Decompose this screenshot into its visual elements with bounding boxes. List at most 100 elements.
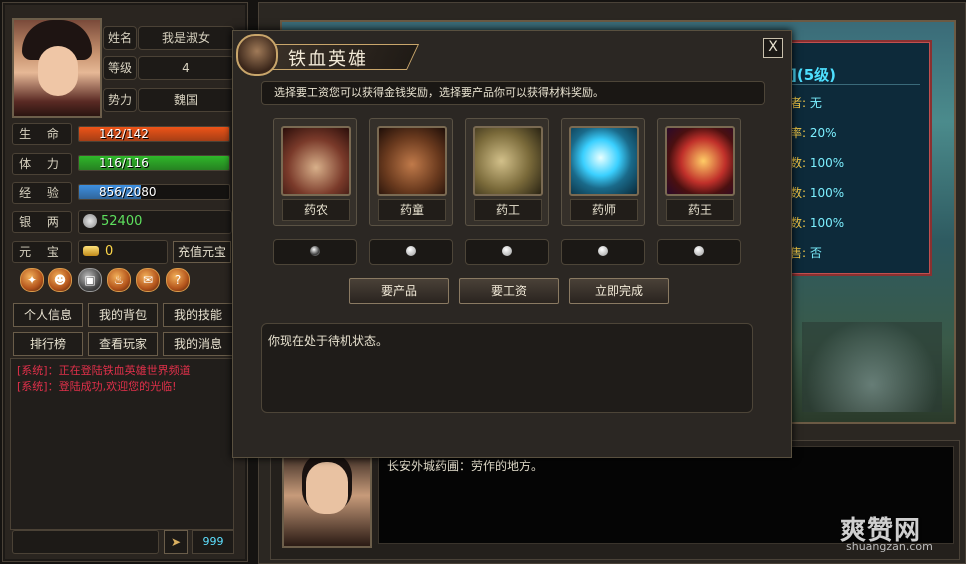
radio-dot xyxy=(502,246,512,256)
info-value: 否 xyxy=(809,246,822,260)
job-name: 药王 xyxy=(666,199,734,221)
want-product-button[interactable]: 要产品 xyxy=(349,278,449,304)
my-skills-button[interactable]: 我的技能 xyxy=(163,303,233,327)
npc-description: 长安外城药圃：劳作的地方。 xyxy=(387,459,544,473)
chest-icon[interactable]: ▣ xyxy=(78,268,102,292)
info-value: 100% xyxy=(809,216,845,230)
status-text: 你现在处于待机状态。 xyxy=(268,334,389,348)
silver-coin-icon xyxy=(83,214,97,228)
gold-ingot-icon xyxy=(83,246,99,256)
silver-amount: 52400 xyxy=(101,214,143,229)
job-name: 药师 xyxy=(570,199,638,221)
medicine-pot-icon xyxy=(665,126,735,196)
medicine-bottle-icon xyxy=(569,126,639,196)
hp-value: 142/142 xyxy=(99,127,149,141)
chat-input[interactable] xyxy=(12,530,159,554)
my-messages-button[interactable]: 我的消息 xyxy=(163,332,233,356)
dialog-title-bar: 铁血英雄 xyxy=(233,31,423,76)
bag-icon[interactable]: ♨ xyxy=(107,268,131,292)
info-key: 数: xyxy=(790,156,807,170)
view-players-button[interactable]: 查看玩家 xyxy=(88,332,158,356)
job-option-yaoshi[interactable]: 药师 xyxy=(561,118,645,226)
info-row: 数: 100% xyxy=(790,214,844,231)
my-bag-button[interactable]: 我的背包 xyxy=(88,303,158,327)
dialog-title: 铁血英雄 xyxy=(288,49,368,70)
job-option-yaogong[interactable]: 药工 xyxy=(465,118,549,226)
info-value: 无 xyxy=(809,96,822,110)
stamina-bar: 116/116 xyxy=(78,155,230,171)
radio-yaogong[interactable] xyxy=(465,239,549,265)
dialog-hint: 选择要工资您可以获得金钱奖励，选择要产品你可以获得材料奖励。 xyxy=(261,81,765,105)
radio-yaotong[interactable] xyxy=(369,239,453,265)
scroll-icon[interactable]: ✉ xyxy=(136,268,160,292)
herb-powder-icon xyxy=(377,126,447,196)
info-value: 100% xyxy=(809,156,845,170)
chat-line: [系统]：正在登陆铁血英雄世界频道 xyxy=(17,364,191,377)
npc-portrait xyxy=(282,452,372,548)
job-name: 药农 xyxy=(282,199,350,221)
watermark-url: shuangzan.com xyxy=(846,540,933,553)
player-name: 我是淑女 xyxy=(138,26,234,50)
info-key: 者: xyxy=(790,96,807,110)
level-label: 等级 xyxy=(103,56,137,80)
info-key: 售: xyxy=(790,246,807,260)
herb-grinder-icon xyxy=(473,126,543,196)
finish-now-button[interactable]: 立即完成 xyxy=(569,278,669,304)
herb-work-dialog: 铁血英雄 X 选择要工资您可以获得金钱奖励，选择要产品你可以获得材料奖励。 药农… xyxy=(232,30,792,458)
ranking-button[interactable]: 排行榜 xyxy=(13,332,83,356)
radio-yaoshi[interactable] xyxy=(561,239,645,265)
radio-dot xyxy=(310,246,320,256)
info-row: 率: 20% xyxy=(790,124,837,141)
info-row: 数: 100% xyxy=(790,154,844,171)
mortar-icon xyxy=(281,126,351,196)
radio-yaowang[interactable] xyxy=(657,239,741,265)
player-faction: 魏国 xyxy=(138,88,234,112)
radio-dot xyxy=(694,246,704,256)
info-value: 100% xyxy=(809,186,845,200)
stamina-label: 体 力 xyxy=(12,153,72,175)
send-icon[interactable]: ➤ xyxy=(164,530,188,554)
gold-amount: 0 xyxy=(105,244,114,259)
player-level: 4 xyxy=(138,56,234,80)
job-option-yaonong[interactable]: 药农 xyxy=(273,118,357,226)
player-avatar[interactable] xyxy=(12,18,102,118)
info-title: ](5级) xyxy=(790,66,837,84)
info-key: 数: xyxy=(790,216,807,230)
info-row: 者: 无 xyxy=(790,94,822,111)
gold-label: 元 宝 xyxy=(12,241,72,263)
hp-label: 生 命 xyxy=(12,123,72,145)
want-wage-button[interactable]: 要工资 xyxy=(459,278,559,304)
faction-label: 势力 xyxy=(103,88,137,112)
info-key: 率: xyxy=(790,126,807,140)
recharge-button[interactable]: 充值元宝 xyxy=(173,241,231,263)
exp-bar: 856/2080 xyxy=(78,184,230,200)
job-option-yaowang[interactable]: 药王 xyxy=(657,118,741,226)
gold-box: 0 xyxy=(78,240,168,264)
info-row: 售: 否 xyxy=(790,244,822,261)
silver-label: 银 两 xyxy=(12,211,72,233)
help-icon[interactable]: ? xyxy=(166,268,190,292)
system-chat-log: [系统]：正在登陆铁血英雄世界频道 [系统]：登陆成功,欢迎您的光临! xyxy=(10,358,234,530)
chat-counter: 999 xyxy=(192,530,234,554)
exp-label: 经 验 xyxy=(12,182,72,204)
job-name: 药工 xyxy=(474,199,542,221)
radio-yaonong[interactable] xyxy=(273,239,357,265)
gift-icon[interactable]: ✦ xyxy=(20,268,44,292)
job-option-yaotong[interactable]: 药童 xyxy=(369,118,453,226)
hp-bar: 142/142 xyxy=(78,126,230,142)
job-name: 药童 xyxy=(378,199,446,221)
close-button[interactable]: X xyxy=(763,38,783,58)
info-row: 数: 100% xyxy=(790,184,844,201)
mask-icon[interactable]: ☻ xyxy=(48,268,72,292)
radio-dot xyxy=(406,246,416,256)
radio-dot xyxy=(598,246,608,256)
personal-info-button[interactable]: 个人信息 xyxy=(13,303,83,327)
silver-box: 52400 xyxy=(78,210,232,234)
hero-emblem-icon xyxy=(236,34,278,76)
info-value: 20% xyxy=(809,126,837,140)
status-box: 你现在处于待机状态。 xyxy=(261,323,753,413)
name-label: 姓名 xyxy=(103,26,137,50)
info-key: 数: xyxy=(790,186,807,200)
chat-line: [系统]：登陆成功,欢迎您的光临! xyxy=(17,380,177,393)
stamina-value: 116/116 xyxy=(99,156,149,170)
